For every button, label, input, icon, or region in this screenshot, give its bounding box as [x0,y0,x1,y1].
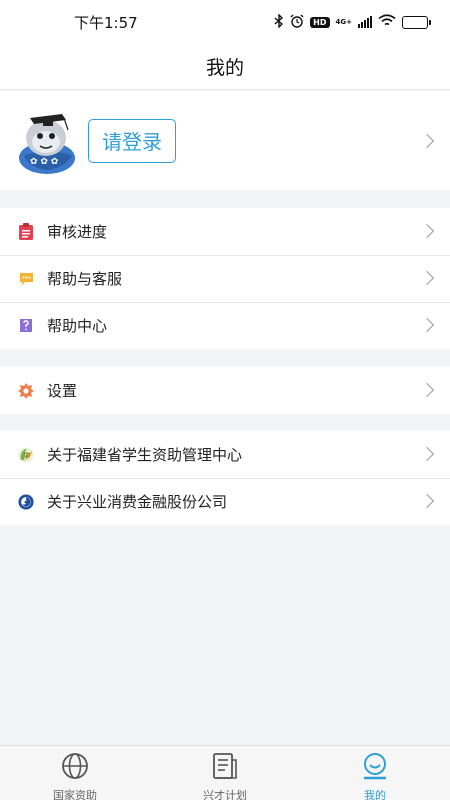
wifi-icon [378,14,396,30]
navigation-bar: 我的 [0,44,450,90]
tab-label: 国家资助 [53,789,97,800]
status-bar: 下午1:57 HD 4G+ [0,0,450,44]
hd-badge: HD [310,16,330,28]
chevron-right-icon [419,133,435,149]
menu-item-label: 帮助中心 [47,317,108,335]
clipboard-icon [18,223,34,240]
tab-national-aid[interactable]: 国家资助 [0,746,150,800]
question-icon [18,318,34,334]
menu-group-about: 助 关于福建省学生资助管理中心 关于兴业消费金融股份公司 [0,431,450,525]
menu-group-settings: 设置 [0,367,450,414]
menu-item-help-support[interactable]: 帮助与客服 [0,255,450,302]
tab-bar: 国家资助 兴才计划 我的 [0,745,450,800]
menu-item-about-cib-consumer-finance[interactable]: 关于兴业消费金融股份公司 [0,478,450,525]
menu-item-help-center[interactable]: 帮助中心 [0,302,450,349]
chevron-right-icon [419,446,435,462]
chevron-right-icon [419,493,435,509]
menu-item-label: 关于兴业消费金融股份公司 [47,493,228,511]
document-icon [211,752,239,784]
status-time: 下午1:57 [74,13,138,32]
menu-item-label: 设置 [47,382,78,400]
bluetooth-icon [274,12,284,31]
menu-item-label: 审核进度 [47,223,108,241]
svg-text:✿ ✿ ✿: ✿ ✿ ✿ [30,157,59,167]
menu-item-label: 关于福建省学生资助管理中心 [47,446,243,464]
fujian-student-aid-logo-icon: 助 [18,446,34,463]
profile-card[interactable]: ✿ ✿ ✿ 请登录 [0,91,450,190]
smiley-icon [361,752,389,784]
chevron-right-icon [419,317,435,333]
avatar: ✿ ✿ ✿ [16,106,78,176]
chevron-right-icon [419,382,435,398]
tab-label: 兴才计划 [203,789,247,800]
signal-icon [358,16,372,28]
globe-icon [61,752,89,784]
network-type: 4G+ [335,18,352,26]
menu-item-settings[interactable]: 设置 [0,367,450,414]
menu-item-about-fujian-student-aid[interactable]: 助 关于福建省学生资助管理中心 [0,431,450,478]
menu-group-account: 审核进度 帮助与客服 帮助中心 [0,208,450,349]
tab-xingcai-plan[interactable]: 兴才计划 [150,746,300,800]
battery-icon [402,15,431,29]
svg-text:助: 助 [24,451,30,459]
gear-icon [18,382,34,399]
chevron-right-icon [419,223,435,239]
menu-item-review-progress[interactable]: 审核进度 [0,208,450,255]
alarm-icon [290,14,304,31]
chevron-right-icon [419,270,435,286]
status-icons: HD 4G+ [274,12,431,31]
page-title: 我的 [205,57,244,79]
tab-label: 我的 [364,789,386,800]
login-button[interactable]: 请登录 [88,118,176,163]
chat-bubble-icon [18,271,34,287]
cib-finance-logo-icon [18,493,34,510]
tab-mine[interactable]: 我的 [300,746,450,800]
menu-item-label: 帮助与客服 [47,270,123,288]
